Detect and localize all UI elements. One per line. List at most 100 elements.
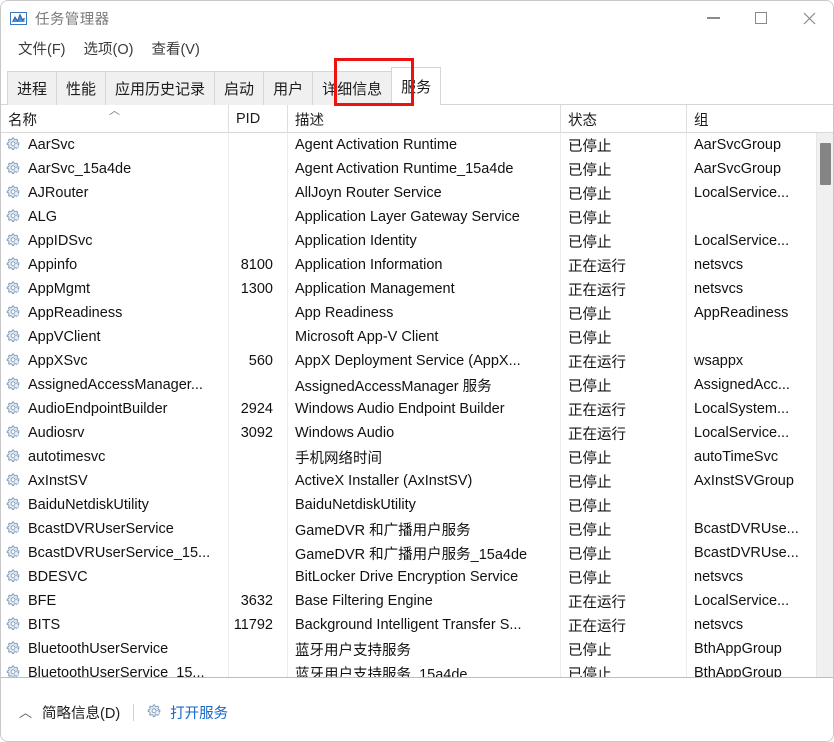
service-name: AppXSvc	[28, 353, 88, 369]
gear-icon	[6, 641, 20, 655]
column-header-status[interactable]: 状态	[561, 105, 687, 133]
table-row[interactable]: AxInstSV ActiveX Installer (AxInstSV) 已停止 A…	[1, 469, 833, 493]
table-row[interactable]: BcastDVRUserService_15... GameDVR 和广播用户服务…	[1, 541, 833, 565]
table-row[interactable]: AppVClient Microsoft App-V Client 已停止	[1, 325, 833, 349]
cell-name: AxInstSV	[1, 469, 229, 493]
service-name: AarSvc_15a4de	[28, 161, 132, 177]
service-description: AllJoyn Router Service	[295, 185, 442, 201]
open-services-button[interactable]: 打开服务	[147, 702, 228, 723]
vertical-scrollbar[interactable]	[816, 133, 833, 677]
cell-name: BluetoothUserService	[1, 637, 229, 661]
column-header-name[interactable]: 名称 ︿	[1, 105, 229, 133]
tab-app-history[interactable]: 应用历史记录	[105, 71, 216, 105]
column-header-pid[interactable]: PID	[229, 105, 288, 133]
service-description: Agent Activation Runtime	[295, 137, 458, 153]
cell-status: 正在运行	[561, 421, 687, 445]
table-row[interactable]: ALG Application Layer Gateway Service 已停止	[1, 205, 833, 229]
table-row[interactable]: AudioEndpointBuilder 2924 Windows Audio En…	[1, 397, 833, 421]
cell-description: AppX Deployment Service (AppX...	[288, 349, 561, 373]
cell-status: 正在运行	[561, 397, 687, 421]
table-row[interactable]: AssignedAccessManager... AssignedAccessMa…	[1, 373, 833, 397]
service-name: AarSvc	[28, 137, 75, 153]
table-row[interactable]: AarSvc Agent Activation Runtime 已停止 AarSvcG…	[1, 133, 833, 157]
service-group: AppReadiness	[694, 305, 789, 321]
tab-details[interactable]: 详细信息	[312, 71, 393, 105]
service-description: ActiveX Installer (AxInstSV)	[295, 473, 473, 489]
menu-item-options[interactable]: 选项(O)	[75, 36, 143, 61]
service-group: wsappx	[694, 353, 744, 369]
table-row[interactable]: BluetoothUserService 蓝牙用户支持服务 已停止 BthAppGro…	[1, 637, 833, 661]
table-row[interactable]: AppReadiness App Readiness 已停止 AppReadiness	[1, 301, 833, 325]
table-row[interactable]: BFE 3632 Base Filtering Engine 正在运行 LocalSer…	[1, 589, 833, 613]
service-status: 已停止	[568, 306, 612, 323]
cell-group	[687, 325, 817, 349]
table-row[interactable]: BDESVC BitLocker Drive Encryption Service…	[1, 565, 833, 589]
service-name: AxInstSV	[28, 473, 88, 489]
fewer-details-button[interactable]: ︿ 简略信息(D)	[19, 702, 120, 723]
table-row[interactable]: AppMgmt 1300 Application Management 正在运行 net…	[1, 277, 833, 301]
cell-group: BcastDVRUse...	[687, 541, 817, 565]
table-row[interactable]: Appinfo 8100 Application Information 正在运行 ne…	[1, 253, 833, 277]
cell-name: autotimesvc	[1, 445, 229, 469]
cell-description: Application Identity	[288, 229, 561, 253]
gear-icon	[6, 281, 20, 295]
tab-users[interactable]: 用户	[263, 71, 314, 105]
table-row[interactable]: AppIDSvc Application Identity 已停止 LocalServ…	[1, 229, 833, 253]
column-header-status-label: 状态	[568, 112, 597, 129]
service-description: 蓝牙用户支持服务	[295, 642, 411, 659]
table-row[interactable]: BcastDVRUserService GameDVR 和广播用户服务 已停止 Bca…	[1, 517, 833, 541]
column-header-pid-label: PID	[236, 111, 261, 127]
tab-startup[interactable]: 启动	[214, 71, 265, 105]
chart-icon	[10, 10, 27, 27]
service-status: 已停止	[568, 474, 612, 491]
minimize-icon	[706, 17, 720, 19]
tab-performance[interactable]: 性能	[56, 71, 107, 105]
menu-item-view[interactable]: 查看(V)	[142, 36, 208, 61]
close-icon	[803, 12, 815, 24]
service-group: LocalService...	[694, 593, 790, 609]
column-header-description[interactable]: 描述	[288, 105, 561, 133]
gear-icon	[6, 521, 20, 535]
cell-pid: 560	[229, 349, 288, 373]
table-row[interactable]: BITS 11792 Background Intelligent Transfer…	[1, 613, 833, 637]
table-row[interactable]: AarSvc_15a4de Agent Activation Runtime_15…	[1, 157, 833, 181]
service-group: netsvcs	[694, 617, 744, 633]
service-status: 已停止	[568, 522, 612, 539]
column-header-group[interactable]: 组	[687, 105, 817, 133]
close-button[interactable]	[785, 1, 833, 35]
service-group: AarSvcGroup	[694, 161, 782, 177]
table-row[interactable]: autotimesvc 手机网络时间 已停止 autoTimeSvc	[1, 445, 833, 469]
service-name: BITS	[28, 617, 61, 633]
cell-status: 已停止	[561, 133, 687, 157]
service-description: Application Management	[295, 281, 455, 297]
service-status: 已停止	[568, 162, 612, 179]
table-row[interactable]: BaiduNetdiskUtility BaiduNetdiskUtility 已停…	[1, 493, 833, 517]
cell-name: BaiduNetdiskUtility	[1, 493, 229, 517]
tab-processes[interactable]: 进程	[7, 71, 58, 105]
table-row[interactable]: AJRouter AllJoyn Router Service 已停止 LocalSe…	[1, 181, 833, 205]
service-list[interactable]: AarSvc Agent Activation Runtime 已停止 AarSvcG…	[1, 133, 833, 678]
service-name: BFE	[28, 593, 57, 609]
service-status: 已停止	[568, 642, 612, 659]
cell-name: AppVClient	[1, 325, 229, 349]
service-status: 正在运行	[568, 282, 626, 299]
cell-pid: 11792	[229, 613, 288, 637]
menu-item-file[interactable]: 文件(F)	[9, 36, 75, 61]
maximize-button[interactable]	[737, 1, 785, 35]
cell-name: AppXSvc	[1, 349, 229, 373]
cell-description: AssignedAccessManager 服务	[288, 373, 561, 397]
table-row[interactable]: AppXSvc 560 AppX Deployment Service (AppX.…	[1, 349, 833, 373]
minimize-button[interactable]	[689, 1, 737, 35]
cell-pid	[229, 157, 288, 181]
table-row[interactable]: Audiosrv 3092 Windows Audio 正在运行 LocalServic…	[1, 421, 833, 445]
service-name: Audiosrv	[28, 425, 85, 441]
cell-pid	[229, 661, 288, 677]
scrollbar-thumb[interactable]	[820, 143, 831, 185]
service-description: BaiduNetdiskUtility	[295, 497, 416, 513]
tab-services[interactable]: 服务	[391, 67, 442, 105]
cell-group: LocalSystem...	[687, 397, 817, 421]
service-pid: 2924	[240, 401, 273, 417]
service-status: 已停止	[568, 378, 612, 395]
table-row[interactable]: BluetoothUserService_15... 蓝牙用户支持服务_15a4d…	[1, 661, 833, 677]
gear-icon	[6, 617, 20, 631]
